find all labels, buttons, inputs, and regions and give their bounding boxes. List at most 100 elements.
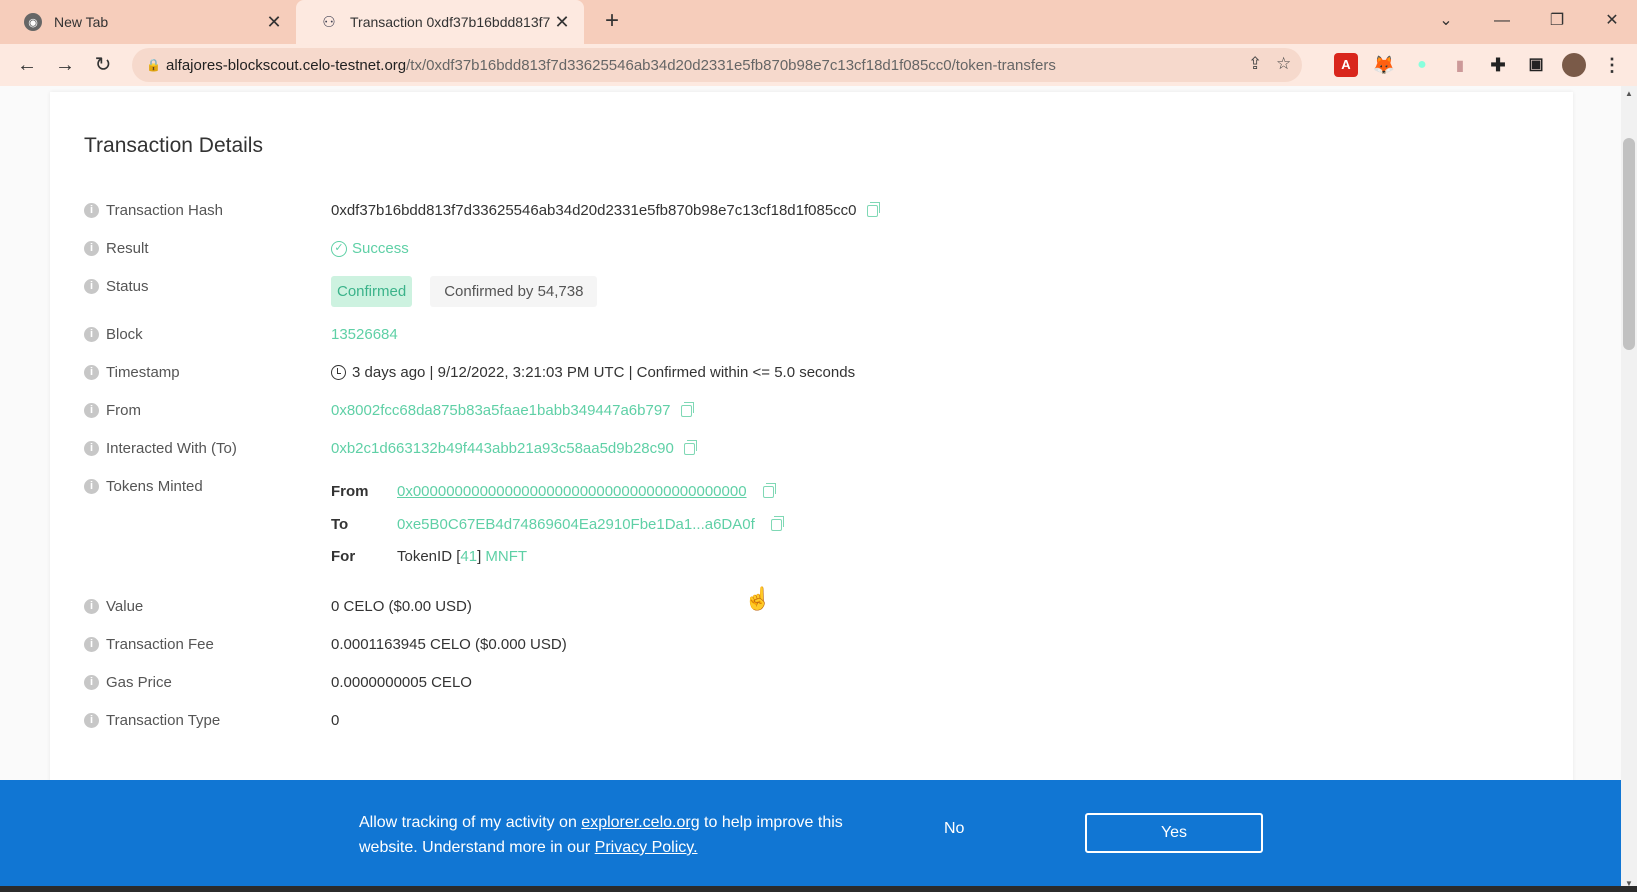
- field-label: Interacted With (To): [106, 440, 237, 457]
- extension-icon[interactable]: ▮: [1448, 53, 1472, 77]
- lock-icon: 🔒: [146, 58, 161, 72]
- transaction-hash-value: 0xdf37b16bdd813f7d33625546ab34d20d2331e5…: [331, 202, 857, 219]
- tab-title: New Tab: [54, 14, 109, 30]
- share-icon[interactable]: ⇪: [1248, 54, 1262, 74]
- metamask-icon[interactable]: 🦊: [1372, 53, 1396, 77]
- consent-text: Allow tracking of my activity on explore…: [359, 810, 859, 860]
- field-label: Result: [106, 240, 149, 257]
- mint-for-key: For: [331, 548, 356, 565]
- check-circle-icon: ✓: [331, 240, 347, 257]
- restore-icon[interactable]: ❐: [1537, 6, 1577, 36]
- field-label: Value: [106, 598, 144, 615]
- close-icon[interactable]: ✕: [552, 12, 572, 33]
- info-icon[interactable]: i: [84, 403, 99, 418]
- mint-to-address-link[interactable]: 0xe5B0C67EB4d74869604Ea2910Fbe1Da1...a6D…: [397, 516, 755, 533]
- puzzle-icon[interactable]: ✚: [1486, 53, 1510, 77]
- info-icon[interactable]: i: [84, 279, 99, 294]
- hand-cursor-icon: ☝: [744, 586, 772, 611]
- explorer-site-link[interactable]: explorer.celo.org: [581, 814, 699, 831]
- new-tab-button[interactable]: +: [598, 8, 626, 36]
- result-value: Success: [352, 240, 409, 257]
- token-id-suffix: ]: [477, 548, 482, 565]
- block-link[interactable]: 13526684: [331, 326, 398, 343]
- token-id-prefix: TokenID [: [397, 548, 461, 565]
- acrobat-icon[interactable]: A: [1334, 53, 1358, 77]
- field-label: Timestamp: [106, 364, 180, 381]
- copy-icon[interactable]: [770, 515, 784, 531]
- copy-icon[interactable]: [683, 439, 697, 455]
- close-icon[interactable]: ✕: [264, 12, 284, 33]
- window-close-icon[interactable]: ✕: [1592, 6, 1632, 36]
- sidebar-icon[interactable]: ▣: [1524, 53, 1548, 77]
- field-label: Transaction Type: [106, 712, 221, 729]
- field-label: Tokens Minted: [106, 478, 203, 495]
- menu-dots-icon[interactable]: ⋮: [1600, 53, 1624, 77]
- url-path: /tx/0xdf37b16bdd813f7d33625546ab34d20d23…: [406, 56, 1056, 74]
- info-icon[interactable]: i: [84, 441, 99, 456]
- mint-from-address-link[interactable]: 0x00000000000000000000000000000000000000…: [397, 483, 747, 500]
- bookmark-star-icon[interactable]: ☆: [1276, 54, 1291, 74]
- info-icon[interactable]: i: [84, 241, 99, 256]
- mint-from-key: From: [331, 483, 369, 500]
- profile-avatar[interactable]: [1562, 53, 1586, 77]
- mint-to-key: To: [331, 516, 349, 533]
- mint-to-line: To 0xe5B0C67EB4d74869604Ea2910Fbe1Da1...…: [331, 515, 784, 533]
- blockscout-icon: ⚇: [322, 14, 336, 31]
- privacy-policy-link[interactable]: Privacy Policy.: [595, 839, 698, 856]
- page-title: Transaction Details: [84, 134, 263, 157]
- from-address-link[interactable]: 0x8002fcc68da875b83a5faae1babb349447a6b7…: [331, 402, 671, 419]
- scroll-thumb[interactable]: [1623, 138, 1635, 350]
- info-icon[interactable]: i: [84, 637, 99, 652]
- copy-icon[interactable]: [680, 401, 694, 417]
- transaction-details-card: Transaction Details i Transaction Hash 0x…: [50, 92, 1573, 852]
- tab-transaction[interactable]: ⚇ Transaction 0xdf37b16bdd813f7 ✕: [296, 0, 584, 44]
- info-icon[interactable]: i: [84, 599, 99, 614]
- browser-tab-strip: ◉ New Tab ✕ ⚇ Transaction 0xdf37b16bdd81…: [0, 0, 1637, 44]
- forward-icon[interactable]: →: [50, 50, 80, 80]
- token-id-link[interactable]: 41: [460, 548, 477, 565]
- url-host: alfajores-blockscout.celo-testnet.org: [166, 56, 407, 74]
- mint-from-line: From 0x000000000000000000000000000000000…: [331, 482, 776, 500]
- token-name-link[interactable]: MNFT: [485, 548, 527, 565]
- page-scrollbar[interactable]: ▲ ▼: [1621, 86, 1637, 892]
- tab-search-icon[interactable]: ⌄: [1426, 6, 1466, 36]
- to-address-link[interactable]: 0xb2c1d663132b49f443abb21a93c58aa5d9b28c…: [331, 440, 674, 457]
- tab-new-tab[interactable]: ◉ New Tab ✕: [0, 0, 296, 44]
- reload-icon[interactable]: ↻: [88, 50, 118, 80]
- field-label: From: [106, 402, 141, 419]
- tracking-consent-banner: Allow tracking of my activity on explore…: [0, 780, 1621, 886]
- consent-no-button[interactable]: No: [944, 820, 964, 838]
- gas-price-value: 0.0000000005 CELO: [331, 674, 472, 691]
- confirmations-badge: Confirmed by 54,738: [430, 276, 598, 307]
- consent-text-part: Allow tracking of my activity on: [359, 814, 582, 831]
- info-icon[interactable]: i: [84, 203, 99, 218]
- scroll-up-icon[interactable]: ▲: [1621, 86, 1637, 102]
- copy-icon[interactable]: [866, 201, 880, 217]
- field-label: Gas Price: [106, 674, 172, 691]
- info-icon[interactable]: i: [84, 675, 99, 690]
- status-badge: Confirmed: [331, 276, 413, 307]
- info-icon[interactable]: i: [84, 713, 99, 728]
- page-content: Transaction Details i Transaction Hash 0x…: [0, 86, 1621, 892]
- extension-icon[interactable]: ●: [1410, 53, 1434, 77]
- address-bar[interactable]: 🔒 alfajores-blockscout.celo-testnet.org …: [132, 48, 1302, 82]
- field-label: Status: [106, 278, 149, 295]
- tab-title: Transaction 0xdf37b16bdd813f7: [350, 14, 551, 30]
- consent-yes-button[interactable]: Yes: [1085, 813, 1263, 853]
- field-label: Block: [106, 326, 143, 343]
- info-icon[interactable]: i: [84, 365, 99, 380]
- timestamp-value: 3 days ago | 9/12/2022, 3:21:03 PM UTC |…: [352, 364, 856, 381]
- back-icon[interactable]: ←: [12, 50, 42, 80]
- fee-amount: 0.0001163945 CELO ($0.000 USD): [331, 636, 567, 653]
- field-label: Transaction Hash: [106, 202, 223, 219]
- value-amount: 0 CELO ($0.00 USD): [331, 598, 472, 615]
- info-icon[interactable]: i: [84, 327, 99, 342]
- clock-icon: [331, 365, 346, 380]
- minimize-icon[interactable]: —: [1482, 6, 1522, 36]
- copy-icon[interactable]: [762, 482, 776, 498]
- transaction-type-value: 0: [331, 712, 340, 729]
- info-icon[interactable]: i: [84, 479, 99, 494]
- chrome-icon: ◉: [24, 13, 42, 31]
- bottom-edge: [0, 886, 1637, 892]
- field-label: Transaction Fee: [106, 636, 214, 653]
